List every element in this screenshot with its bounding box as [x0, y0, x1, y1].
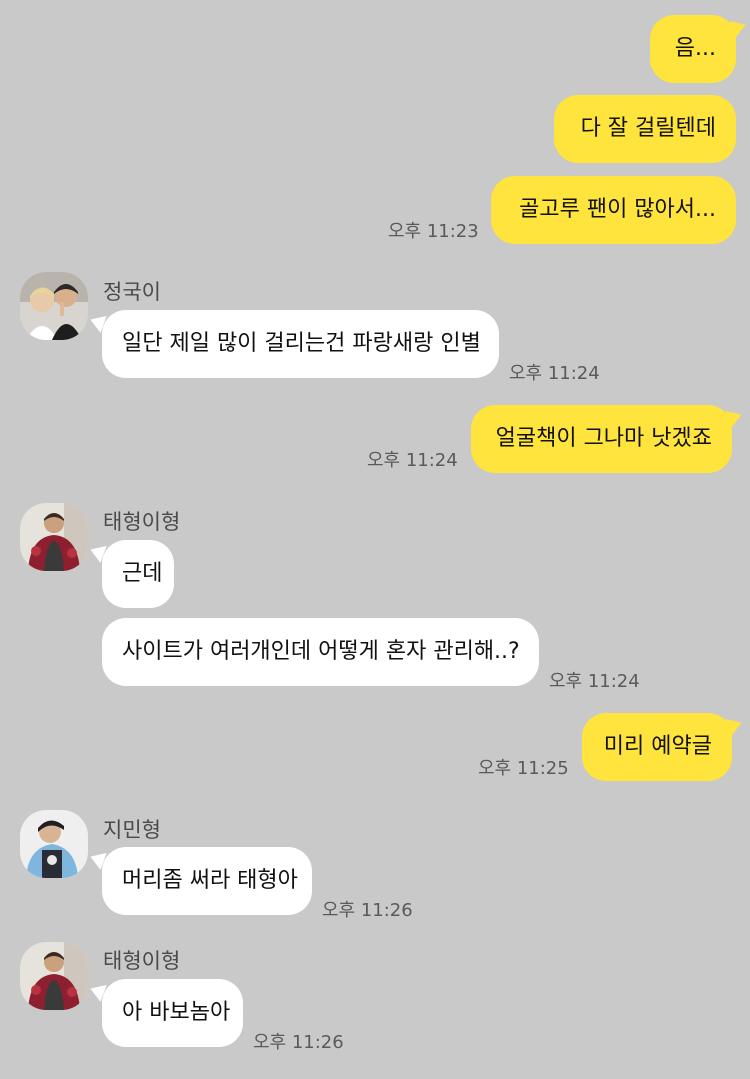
message-text: 사이트가 여러개인데 어떻게 혼자 관리해..?: [122, 639, 520, 664]
sender-name: 지민형: [103, 818, 161, 842]
their-message-bubble[interactable]: 머리좀 써라 태형아: [102, 847, 312, 915]
message-text: 근데: [122, 561, 163, 586]
message-time: 오후 11:26: [253, 1032, 344, 1053]
message-time: 오후 11:23: [388, 221, 479, 242]
message-text: 다 잘 걸릴텐데: [580, 116, 716, 141]
message-text: 머리좀 써라 태형아: [122, 868, 298, 893]
their-message-bubble[interactable]: 일단 제일 많이 걸리는건 파랑새랑 인별: [102, 310, 499, 378]
my-message-bubble[interactable]: 다 잘 걸릴텐데: [554, 95, 736, 163]
profile-photo-icon: [20, 503, 88, 571]
my-message-bubble[interactable]: 음...: [650, 15, 736, 83]
my-message-bubble[interactable]: 미리 예약글: [582, 713, 732, 781]
profile-photo-icon: [20, 942, 88, 1010]
sender-name: 정국이: [103, 280, 161, 304]
sender-name: 태형이형: [103, 949, 181, 973]
message-text: 음...: [674, 36, 716, 61]
message-text: 미리 예약글: [603, 734, 712, 759]
their-message-bubble[interactable]: 사이트가 여러개인데 어떻게 혼자 관리해..?: [102, 618, 539, 686]
message-time: 오후 11:26: [322, 900, 413, 921]
message-text: 아 바보놈아: [122, 1000, 231, 1025]
profile-photo-icon: [20, 810, 88, 878]
avatar-taehyung[interactable]: [20, 503, 88, 571]
my-message-bubble[interactable]: 골고루 팬이 많아서...: [491, 176, 736, 244]
message-time: 오후 11:24: [549, 671, 640, 692]
avatar-jungkook[interactable]: [20, 272, 88, 340]
message-time: 오후 11:25: [478, 758, 569, 779]
message-text: 얼굴책이 그나마 낫겠죠: [495, 426, 712, 451]
message-text: 일단 제일 많이 걸리는건 파랑새랑 인별: [122, 331, 481, 356]
my-message-bubble[interactable]: 얼굴책이 그나마 낫겠죠: [471, 405, 732, 473]
profile-photo-icon: [20, 272, 88, 340]
sender-name: 태형이형: [103, 510, 181, 534]
their-message-bubble[interactable]: 근데: [102, 540, 174, 608]
avatar-taehyung[interactable]: [20, 942, 88, 1010]
message-time: 오후 11:24: [509, 363, 600, 384]
message-time: 오후 11:24: [367, 450, 458, 471]
avatar-jimin[interactable]: [20, 810, 88, 878]
their-message-bubble[interactable]: 아 바보놈아: [102, 979, 243, 1047]
message-text: 골고루 팬이 많아서...: [519, 197, 716, 222]
